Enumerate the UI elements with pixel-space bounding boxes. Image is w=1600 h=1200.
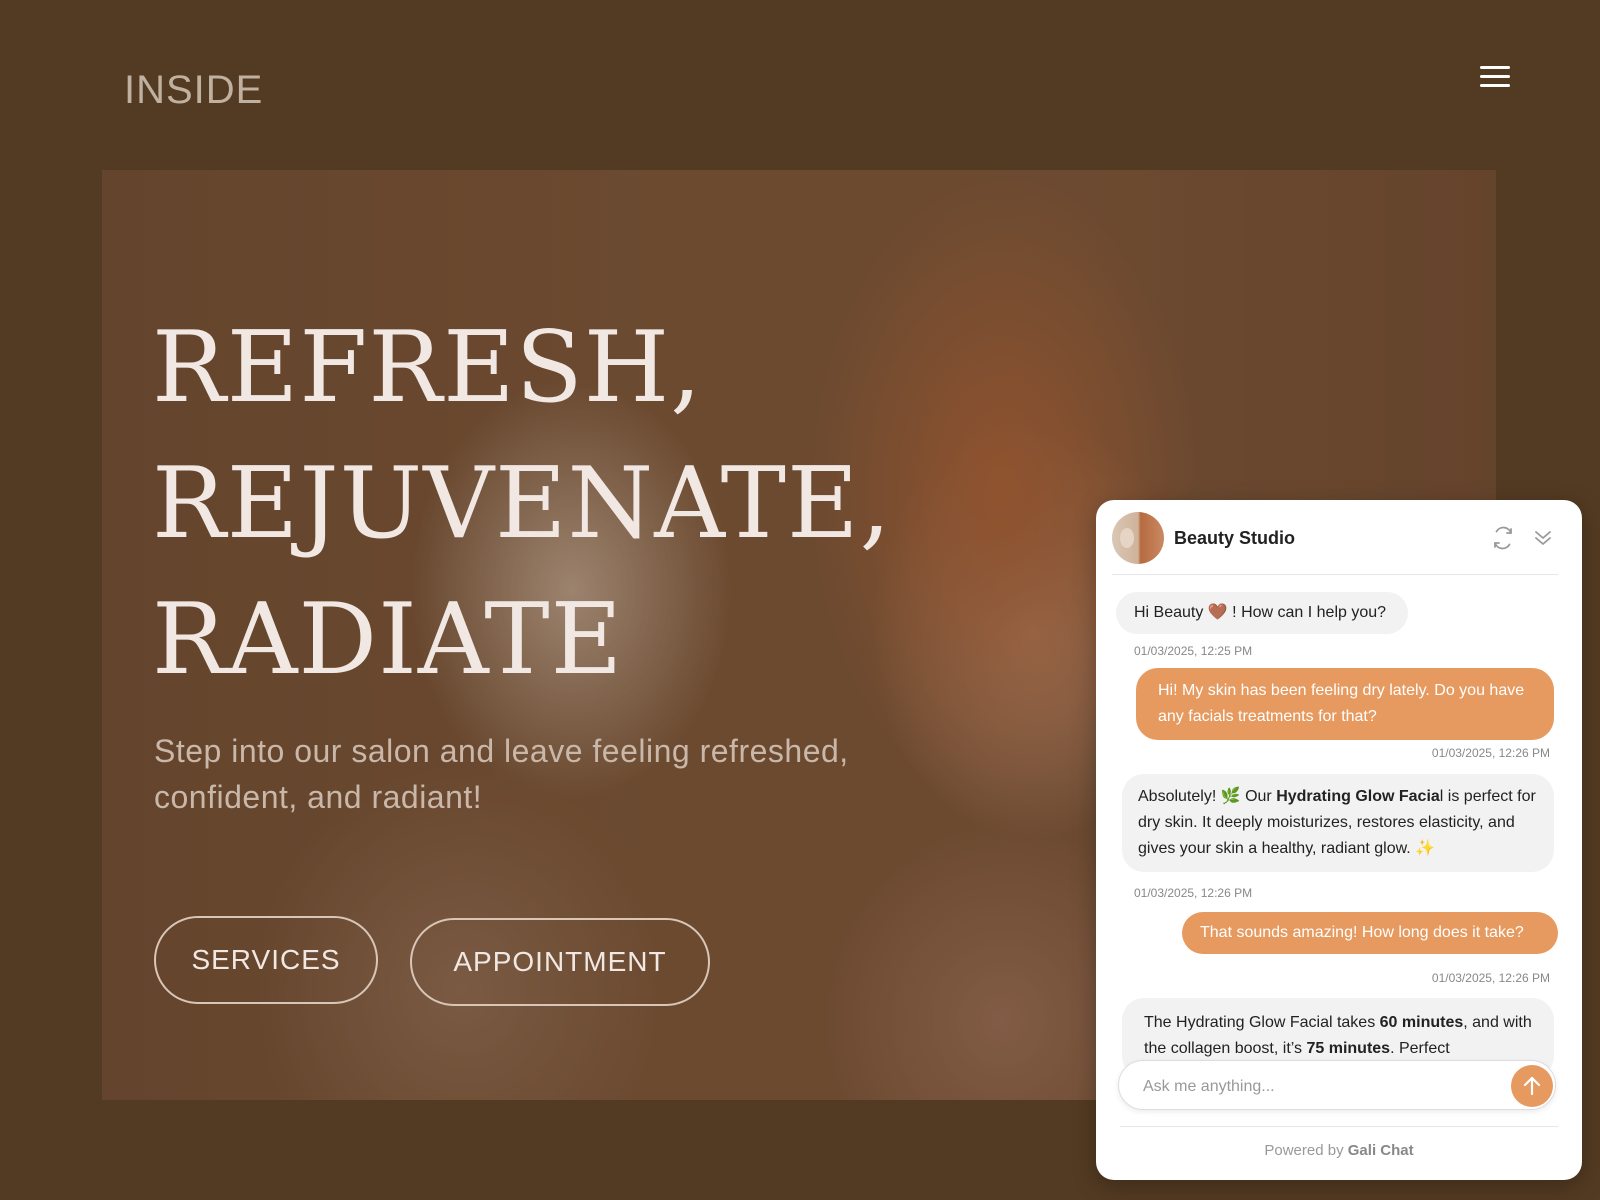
- duration-value: 75 minutes: [1306, 1040, 1391, 1057]
- bot-message: Absolutely! 🌿 Our Hydrating Glow Facial …: [1122, 774, 1554, 872]
- chat-title: Beauty Studio: [1174, 527, 1296, 548]
- brand-logo[interactable]: INSIDE: [124, 68, 263, 113]
- user-message: That sounds amazing! How long does it ta…: [1182, 912, 1558, 954]
- powered-by-brand[interactable]: Gali Chat: [1348, 1142, 1414, 1159]
- send-button[interactable]: [1511, 1065, 1553, 1107]
- duration-value: 60 minutes: [1379, 1014, 1464, 1031]
- chat-input-container: [1118, 1060, 1556, 1110]
- hamburger-menu-icon[interactable]: [1480, 66, 1510, 92]
- chat-input[interactable]: [1141, 1073, 1485, 1101]
- bot-message-text: Absolutely! 🌿 Our: [1138, 788, 1277, 805]
- powered-by-label: Powered by: [1264, 1142, 1344, 1159]
- powered-by: Powered by Gali Chat: [1096, 1142, 1582, 1159]
- arrow-up-icon: [1523, 1076, 1541, 1096]
- services-button[interactable]: SERVICES: [154, 916, 378, 1004]
- double-chevron-down-icon[interactable]: [1528, 523, 1558, 553]
- headline-line-3: RADIATE: [152, 583, 624, 697]
- bot-message: Hi Beauty 🤎 ! How can I help you?: [1116, 592, 1408, 634]
- user-message: Hi! My skin has been feeling dry lately.…: [1136, 668, 1554, 740]
- message-timestamp: 01/03/2025, 12:26 PM: [1431, 971, 1550, 985]
- message-timestamp: 01/03/2025, 12:26 PM: [1134, 886, 1253, 900]
- headline-line-2: REJUVENATE,: [152, 447, 892, 561]
- headline-line-1: REFRESH,: [152, 311, 703, 425]
- hero-subtitle: Step into our salon and leave feeling re…: [154, 733, 849, 815]
- divider: [1120, 1126, 1558, 1127]
- hero-headline: REFRESH, REJUVENATE, RADIATE: [152, 300, 892, 708]
- message-timestamp: 01/03/2025, 12:26 PM: [1431, 746, 1550, 760]
- message-timestamp: 01/03/2025, 12:25 PM: [1134, 644, 1253, 658]
- avatar: [1112, 512, 1164, 564]
- refresh-icon[interactable]: [1488, 523, 1518, 553]
- appointment-button[interactable]: APPOINTMENT: [410, 918, 710, 1006]
- bot-message-text: . Perfect: [1390, 1040, 1450, 1057]
- treatment-name: Hydrating Glow Facia: [1276, 788, 1440, 805]
- chat-header: Beauty Studio: [1112, 512, 1558, 575]
- chat-widget: Beauty Studio Hi Beauty 🤎 ! How can I he…: [1096, 500, 1582, 1180]
- bot-message-text: The Hydrating Glow Facial takes: [1144, 1014, 1380, 1031]
